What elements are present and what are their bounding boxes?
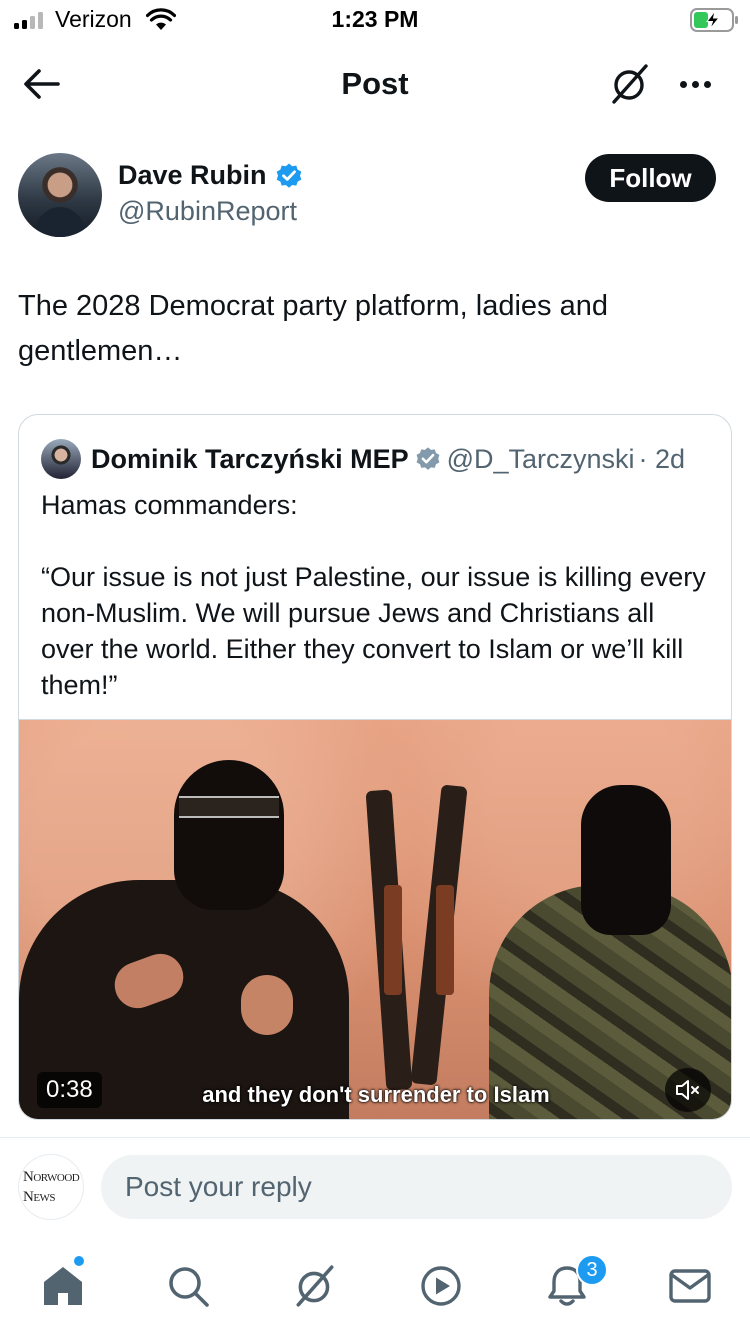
avatar-text-line1: Norwood [23,1169,80,1185]
verified-badge-icon [276,163,301,188]
video-player[interactable]: 0:38 and they don't surrender to Islam [19,719,731,1119]
tab-video[interactable] [413,1260,469,1312]
quoted-post-age: · 2d [638,443,686,474]
current-user-avatar[interactable]: Norwood News [18,1154,84,1220]
quoted-post-text: Hamas commanders: “Our issue is not just… [41,487,711,703]
search-icon [169,1267,209,1307]
quoted-post-header: Dominik Tarczyński MEP @D_Tarczynski · 2… [41,439,685,479]
video-figure-left [19,760,349,1119]
tab-search[interactable] [160,1260,216,1312]
grok-button[interactable] [606,60,654,108]
messages-icon [669,1269,711,1303]
author-avatar[interactable] [18,153,102,237]
tab-grok[interactable] [287,1260,343,1312]
avatar-text-line2: News [23,1189,56,1205]
author-name: Dave Rubin [118,160,267,190]
top-nav: Post [0,54,750,114]
battery-charging-icon [690,8,740,37]
quoted-text-line: Hamas commanders: [41,490,298,520]
status-bar: Verizon 1:23 PM [0,0,750,40]
quoted-text-quote: “Our issue is not just Palestine, our is… [41,562,706,700]
grok-icon [612,64,648,104]
reply-input[interactable] [101,1155,732,1219]
tab-home[interactable] [35,1260,91,1312]
quoted-author-name: Dominik Tarczyński MEP [91,443,409,474]
mute-button[interactable] [665,1068,711,1112]
tab-messages[interactable] [662,1260,718,1312]
post-text: The 2028 Democrat party platform, ladies… [18,290,608,367]
grok-icon [296,1265,334,1307]
follow-button[interactable]: Follow [585,154,716,202]
home-unread-dot [74,1256,84,1266]
notifications-badge: 3 [576,1254,608,1286]
quoted-author-handle: @D_Tarczynski [446,443,635,474]
quoted-post[interactable]: Dominik Tarczyński MEP @D_Tarczynski · 2… [18,414,732,1120]
home-icon [44,1267,82,1305]
video-subtitle: and they don't surrender to Islam [202,1082,550,1107]
more-options-button[interactable] [672,66,718,102]
muted-speaker-icon [676,1080,699,1100]
reply-divider [0,1137,750,1138]
video-icon [421,1266,461,1306]
verified-gray-badge-icon [416,447,440,470]
author-name-row[interactable]: Dave Rubin [118,160,303,191]
video-rifles [364,775,474,1119]
author-handle[interactable]: @RubinReport [118,196,297,227]
bottom-tab-bar [0,1250,750,1334]
clock: 1:23 PM [331,6,419,32]
quoted-author-avatar [41,439,81,479]
